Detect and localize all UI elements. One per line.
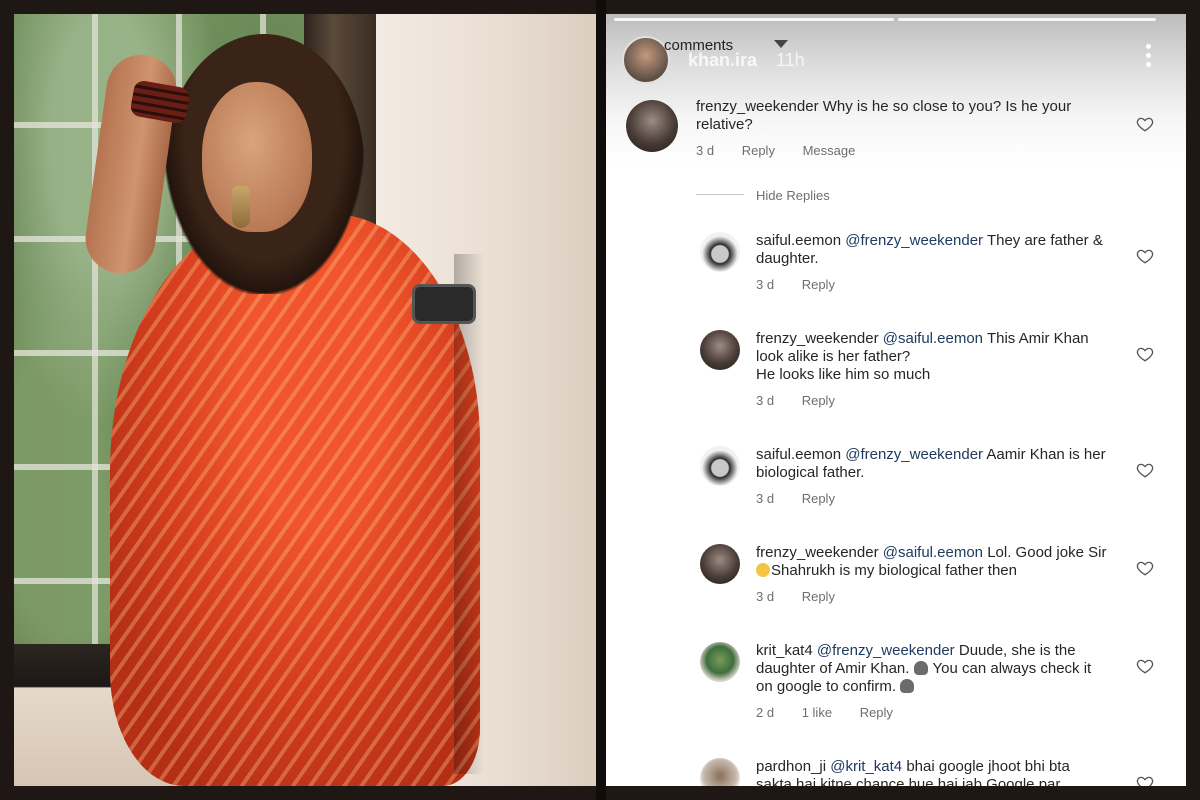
person-shrugging-emoji-icon: [900, 679, 915, 693]
comment-text: frenzy_weekender @saiful.eemon This Amir…: [756, 330, 1089, 383]
comment-age: 3 d: [756, 589, 775, 604]
saree-shadow: [454, 254, 484, 774]
comment-meta: 3 d Reply: [756, 491, 859, 506]
mention-link[interactable]: @saiful.eemon: [883, 544, 983, 561]
message-button[interactable]: Message: [803, 143, 856, 158]
earring: [232, 186, 250, 228]
reply-button[interactable]: Reply: [802, 277, 835, 292]
story-time: 11h: [776, 50, 805, 70]
avatar[interactable]: [700, 446, 740, 486]
comment-text: frenzy_weekender Why is he so close to y…: [696, 98, 1072, 133]
avatar[interactable]: [700, 544, 740, 584]
story-avatar[interactable]: [622, 36, 670, 84]
chevron-down-icon[interactable]: [774, 40, 788, 48]
laughing-emoji-icon: [756, 563, 770, 577]
face: [202, 82, 312, 232]
comment-age: 3 d: [756, 393, 775, 408]
heart-outline-icon[interactable]: [1136, 461, 1154, 479]
heart-outline-icon[interactable]: [1136, 559, 1154, 577]
heart-outline-icon[interactable]: [1136, 115, 1154, 133]
more-vertical-icon[interactable]: [1146, 44, 1152, 70]
comment-age: 3 d: [756, 277, 775, 292]
comment-text: krit_kat4 @frenzy_weekender Duude, she i…: [756, 642, 1092, 695]
comment-meta: 3 d Reply Message: [696, 143, 879, 158]
reply-button[interactable]: Reply: [860, 705, 893, 720]
person-shrugging-emoji-icon: [913, 661, 928, 675]
comment-username[interactable]: krit_kat4: [756, 642, 813, 659]
story-username[interactable]: khan.ira: [688, 50, 757, 71]
mention-link[interactable]: @frenzy_weekender: [845, 446, 983, 463]
comment-username[interactable]: saiful.eemon: [756, 446, 841, 463]
avatar[interactable]: [700, 642, 740, 682]
comment-text: saiful.eemon @frenzy_weekender Aamir Kha…: [756, 446, 1106, 481]
avatar[interactable]: [700, 232, 740, 272]
reply-button[interactable]: Reply: [742, 143, 775, 158]
reply-button[interactable]: Reply: [802, 491, 835, 506]
story-progress-bar: [898, 18, 1156, 21]
reply-button[interactable]: Reply: [802, 393, 835, 408]
mention-link[interactable]: @frenzy_weekender: [817, 642, 955, 659]
comment-meta: 3 d Reply: [756, 589, 859, 604]
panel-divider: [596, 0, 606, 800]
comment-age: 2 d: [756, 705, 775, 720]
story-progress-bar: [614, 18, 894, 21]
comment-meta: 3 d Reply: [756, 393, 859, 408]
likes-count[interactable]: 1 like: [802, 705, 832, 720]
comment-meta: 2 d 1 like Reply: [756, 705, 917, 720]
comment-text: frenzy_weekender @saiful.eemon Lol. Good…: [756, 544, 1107, 579]
heart-outline-icon[interactable]: [1136, 774, 1154, 786]
reply-button[interactable]: Reply: [802, 589, 835, 604]
heart-outline-icon[interactable]: [1136, 247, 1154, 265]
mention-link[interactable]: @saiful.eemon: [883, 330, 983, 347]
comment-username[interactable]: pardhon_ji: [756, 758, 826, 775]
heart-outline-icon[interactable]: [1136, 657, 1154, 675]
mention-link[interactable]: @krit_kat4: [830, 758, 902, 775]
comment-username[interactable]: frenzy_weekender: [756, 330, 879, 347]
comment-age: 3 d: [696, 143, 715, 158]
comment-text: saiful.eemon @frenzy_weekender They are …: [756, 232, 1103, 267]
avatar[interactable]: [626, 100, 678, 152]
comment-meta: 3 d Reply: [756, 277, 859, 292]
wristwatch: [412, 284, 476, 324]
hide-replies-button[interactable]: Hide Replies: [756, 188, 830, 203]
comment-username[interactable]: frenzy_weekender: [756, 544, 879, 561]
story-photo: [14, 14, 596, 786]
avatar[interactable]: [700, 758, 740, 786]
instagram-comments-panel: comments khan.ira 11h frenzy_weekender W…: [606, 14, 1186, 786]
divider-line: [696, 194, 744, 195]
comment-username[interactable]: frenzy_weekender: [696, 98, 819, 115]
comment-text: pardhon_ji @krit_kat4 bhai google jhoot …: [756, 758, 1070, 786]
comment-username[interactable]: saiful.eemon: [756, 232, 841, 249]
heart-outline-icon[interactable]: [1136, 345, 1154, 363]
mention-link[interactable]: @frenzy_weekender: [845, 232, 983, 249]
comment-age: 3 d: [756, 491, 775, 506]
avatar[interactable]: [700, 330, 740, 370]
